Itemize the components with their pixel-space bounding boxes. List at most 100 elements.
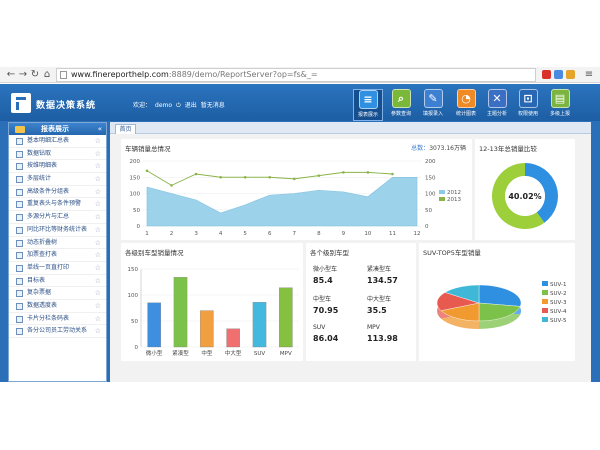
suv-chart: SUV-1 SUV-2 SUV-3 SUV-4 SUV-5 [436,281,567,329]
lock-icon: ⊡ [518,89,538,108]
stat-value: 86.04 [313,334,339,343]
legend-label: SUV-1 [550,282,566,288]
bar [279,287,293,348]
sidebar-item[interactable]: 基本明细汇总表 ☆ [9,135,106,148]
sidebar-item[interactable]: 加票查打表 ☆ [9,249,106,262]
y-tick-label: 100 [128,293,139,299]
toolbar-button-6[interactable]: ▤ 多级上报 [545,89,575,121]
toolbar-button-2[interactable]: ✎ 填报录入 [418,89,448,121]
sidebar-item-label: 各分公司员工劳动关系 [27,327,88,335]
report-icon [16,226,23,234]
legend-swatch [542,317,548,322]
collapse-icon[interactable]: « [98,123,102,135]
sidebar-item[interactable]: 高级条件分组表 ☆ [9,186,106,199]
sidebar-item[interactable]: 各分公司员工劳动关系 ☆ [9,325,106,338]
legend-label: 2012 [447,190,461,196]
star-icon[interactable]: ☆ [95,211,101,223]
star-icon[interactable]: ☆ [95,173,101,185]
sidebar-item[interactable]: 目标表 ☆ [9,275,106,288]
messages-link[interactable]: 暂无消息 [201,102,225,109]
sidebar-item[interactable]: 重复表头与条件预警 ☆ [9,198,106,212]
stat-name: 紧凑型车 [367,266,392,273]
toolbar-button-4[interactable]: ✕ 主题分析 [482,89,512,121]
upload-icon: ▤ [550,89,570,108]
logout-link[interactable]: 退出 [185,102,197,109]
sidebar-item[interactable]: 同比环比等财务统计表 ☆ [9,224,106,237]
x-tick-label: 7 [293,231,297,237]
star-icon[interactable]: ☆ [95,135,101,147]
sidebar-item[interactable]: 复杂票据 ☆ [9,287,106,300]
extension-icon[interactable] [554,70,563,79]
suv-panel: SUV-TOP5车型销量 SUV-1 SUV-2 SUV-3 SUV-4 SUV-5 [419,243,575,361]
extension-icon[interactable] [542,70,551,79]
sidebar-item[interactable]: 动态折叠树 ☆ [9,237,106,250]
sidebar-item[interactable]: 多层统计 ☆ [9,173,106,186]
star-icon[interactable]: ☆ [95,148,101,160]
sidebar-item[interactable]: 按维明细表 ☆ [9,160,106,174]
star-icon[interactable]: ☆ [95,249,101,261]
welcome-label: 欢迎： [133,102,152,109]
star-icon[interactable]: ☆ [95,224,101,236]
x-tick-label: SUV [254,351,266,357]
sidebar-item-label: 目标表 [27,276,46,284]
line-point [194,172,198,176]
report-icon [16,302,23,310]
stat-card: 中大型车 35.5 [367,294,391,315]
tab-bar: 首页 [110,122,591,134]
sidebar-title: 报表展示 [41,125,69,133]
toolbar-label: 多级上报 [549,111,570,117]
report-icon [16,176,23,184]
toolbar-button-5[interactable]: ⊡ 权限使用 [513,89,543,121]
address-bar[interactable]: www.finereporthelp.com:8889/demo/ReportS… [56,68,536,82]
sidebar-item[interactable]: 数据钻取 ☆ [9,148,106,161]
x-tick-label: 3 [194,231,198,237]
y2-tick-label: 0 [425,224,429,230]
tab-home[interactable]: 首页 [115,124,136,134]
star-icon[interactable]: ☆ [95,300,101,312]
x-tick-label: 中型 [201,349,213,357]
home-icon[interactable]: ⌂ [40,67,54,83]
sidebar-item[interactable]: 数据透度表 ☆ [9,300,106,313]
legend-swatch [542,281,548,286]
star-icon[interactable]: ☆ [95,262,101,274]
menu-icon[interactable]: ≡ [582,67,596,83]
stat-card: MPV 113.98 [367,324,398,343]
x-tick-label: 8 [317,231,321,237]
star-icon[interactable]: ☆ [95,313,101,325]
star-icon[interactable]: ☆ [95,237,101,249]
report-icon [16,252,23,260]
sidebar-item-label: 多源分片与汇总 [27,213,70,221]
power-icon[interactable]: ⏻ [176,102,181,109]
extension-icon[interactable] [566,70,575,79]
star-icon[interactable]: ☆ [95,186,101,198]
toolbar-button-1[interactable]: ⌕ 参数查询 [386,89,416,121]
sidebar-item-label: 同比环比等财务统计表 [27,225,88,233]
toolbar-button-0[interactable]: ≡ 报表展示 [353,89,383,121]
sidebar-item-label: 数据钻取 [27,149,52,157]
report-icon [16,163,23,171]
stat-card: 微小型车 85.4 [313,264,337,285]
sidebar-item[interactable]: 单线一页直打印 ☆ [9,262,106,275]
sidebar-item-label: 按维明细表 [27,162,58,170]
line-point [145,169,149,173]
star-icon[interactable]: ☆ [95,325,101,337]
app-window: 数据决策系统 欢迎： demo ⏻ 退出 暂无消息 ≡ 报表展示 ⌕ 参数查询 ✎ 填报录入 ◔ 统计… [0,84,600,382]
stat-card: 紧凑型车 134.57 [367,264,398,285]
y-tick-label: 100 [130,192,141,198]
sidebar-item-label: 重复表头与条件预警 [27,200,82,208]
report-icon [16,214,23,222]
sidebar-item[interactable]: 卡片分栏条码表 ☆ [9,313,106,326]
star-icon[interactable]: ☆ [95,275,101,287]
toolbar-button-3[interactable]: ◔ 统计图表 [451,89,481,121]
y-tick-label: 0 [137,224,141,230]
pie-slice [478,284,522,307]
star-icon[interactable]: ☆ [95,287,101,299]
search-icon: ⌕ [391,89,411,108]
sidebar-item[interactable]: 多源分片与汇总 ☆ [9,211,106,224]
stat-card: SUV 86.04 [313,324,338,343]
star-icon[interactable]: ☆ [95,198,101,210]
star-icon[interactable]: ☆ [95,160,101,172]
username: demo [155,102,173,109]
folder-icon [15,126,25,133]
stat-value: 113.98 [367,334,398,343]
